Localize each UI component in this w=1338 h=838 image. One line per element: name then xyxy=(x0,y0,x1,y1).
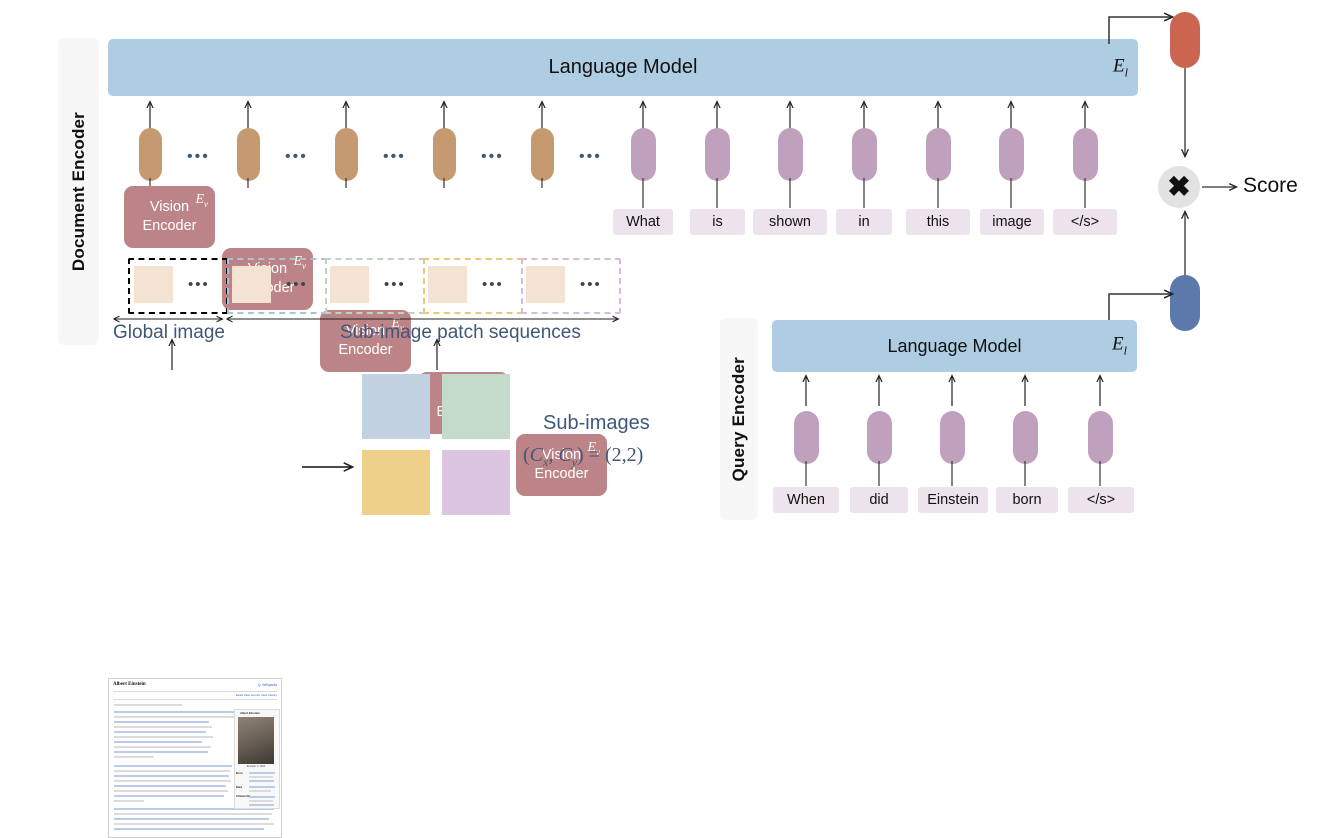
sub-images-title: Sub-images xyxy=(543,412,650,434)
thumbnail-lead-line xyxy=(114,704,182,706)
patch-ellipsis-3: ••• xyxy=(384,276,406,293)
patch-ellipsis-1: ••• xyxy=(188,276,210,293)
vision-encoder-line1-1: Vision xyxy=(149,199,190,215)
thumbnail-site-label: Q. Wikipedia xyxy=(257,683,277,687)
document-text-token-capsule-1 xyxy=(631,128,656,181)
document-text-token-capsule-2 xyxy=(705,128,730,181)
visual-token-capsule-5 xyxy=(531,128,554,181)
visual-token-capsule-3 xyxy=(335,128,358,181)
document-text-token-capsule-4 xyxy=(852,128,877,181)
multiplication-operator-icon: ✖ xyxy=(1158,166,1200,208)
document-token-label-2: shown xyxy=(769,214,811,230)
patch-tile-4 xyxy=(428,266,467,303)
document-embedding-capsule xyxy=(1170,12,1200,68)
thumbnail-photo-caption: Einstein in 1921 xyxy=(246,765,266,768)
query-language-model-label: Language Model xyxy=(887,335,1022,356)
query-token-chip-eos[interactable]: </s> xyxy=(1068,487,1134,513)
document-token-chip-in[interactable]: in xyxy=(836,209,892,235)
document-token-label-3: in xyxy=(858,214,870,230)
patch-ellipsis-2: ••• xyxy=(286,276,308,293)
document-text-token-capsule-3 xyxy=(778,128,803,181)
document-token-chip-is[interactable]: is xyxy=(690,209,745,235)
visual-token-capsule-1 xyxy=(139,128,162,181)
query-token-capsule-5 xyxy=(1088,411,1113,464)
query-embedding-connector xyxy=(1108,285,1210,321)
thumbnail-infobox-title: Albert Einstein xyxy=(240,711,260,715)
query-token-capsule-2 xyxy=(867,411,892,464)
document-language-model-label: Language Model xyxy=(548,56,698,78)
query-capsule-stems xyxy=(805,461,1101,486)
document-token-chip-eos[interactable]: </s> xyxy=(1053,209,1117,235)
visual-token-ellipsis-4: ••• xyxy=(481,148,504,165)
query-token-chip-when[interactable]: When xyxy=(773,487,839,513)
query-token-capsule-1 xyxy=(794,411,819,464)
query-token-arrows xyxy=(0,372,1338,406)
query-token-chip-einstein[interactable]: Einstein xyxy=(918,487,988,513)
vision-encoder-box-1[interactable]: Ev Vision Encoder xyxy=(124,186,215,248)
query-embedding-symbol: El xyxy=(1112,333,1127,358)
source-document-thumbnail[interactable]: Albert Einstein Q. Wikipedia Read View s… xyxy=(108,678,282,838)
visual-token-capsule-2 xyxy=(237,128,260,181)
document-token-chip-this[interactable]: this xyxy=(906,209,970,235)
visual-token-ellipsis-2: ••• xyxy=(285,148,308,165)
visual-token-ellipsis-3: ••• xyxy=(383,148,406,165)
vision-encoder-line2-1: Encoder xyxy=(142,218,197,234)
query-language-model-bar[interactable]: Language Model El xyxy=(772,320,1137,372)
document-embedding-to-operator-arrow xyxy=(1160,68,1220,168)
patch-ellipsis-5: ••• xyxy=(580,276,602,293)
multiplication-symbol: ✖ xyxy=(1167,171,1191,202)
thumbnail-infobox-row-died: Died xyxy=(236,785,243,789)
document-token-label-1: is xyxy=(712,214,723,230)
document-token-label-0: What xyxy=(626,214,660,230)
document-text-token-capsule-7 xyxy=(1073,128,1098,181)
thumbnail-infobox-row-born: Born xyxy=(236,771,243,775)
document-token-arrows xyxy=(0,95,1338,133)
query-token-label-3: born xyxy=(1012,492,1042,508)
thumbnail-article-title: Albert Einstein xyxy=(113,682,146,687)
query-token-label-4: </s> xyxy=(1086,492,1116,508)
score-label: Score xyxy=(1243,174,1298,197)
query-token-capsule-4 xyxy=(1013,411,1038,464)
query-token-capsule-3 xyxy=(940,411,965,464)
query-token-chip-did[interactable]: did xyxy=(850,487,908,513)
patch-ellipsis-4: ••• xyxy=(482,276,504,293)
visual-token-ellipsis-5: ••• xyxy=(579,148,602,165)
document-language-model-bar[interactable]: Language Model El xyxy=(108,39,1138,96)
query-token-chip-born[interactable]: born xyxy=(996,487,1058,513)
vision-encoder-symbol-1: Ev xyxy=(195,192,208,209)
patch-tile-3 xyxy=(330,266,369,303)
document-token-chip-what[interactable]: What xyxy=(613,209,673,235)
document-embedding-symbol: El xyxy=(1113,55,1128,79)
patch-tile-5 xyxy=(526,266,565,303)
query-token-label-2: Einstein xyxy=(927,492,979,508)
document-text-token-capsule-6 xyxy=(999,128,1024,181)
document-token-chip-shown[interactable]: shown xyxy=(753,209,827,235)
document-token-chip-image[interactable]: image xyxy=(980,209,1044,235)
visual-token-ellipsis-1: ••• xyxy=(187,148,210,165)
thumbnail-nav: Read View source View history xyxy=(235,693,277,697)
query-token-label-1: did xyxy=(869,492,889,508)
document-token-label-5: image xyxy=(992,214,1032,230)
patch-tile-2 xyxy=(232,266,271,303)
visual-token-capsule-4 xyxy=(433,128,456,181)
patch-tile-1 xyxy=(134,266,173,303)
document-text-token-capsule-5 xyxy=(926,128,951,181)
thumbnail-portrait-photo xyxy=(238,717,274,764)
document-token-label-6: </s> xyxy=(1070,214,1100,230)
query-token-label-0: When xyxy=(787,492,825,508)
document-token-label-4: this xyxy=(926,214,950,230)
